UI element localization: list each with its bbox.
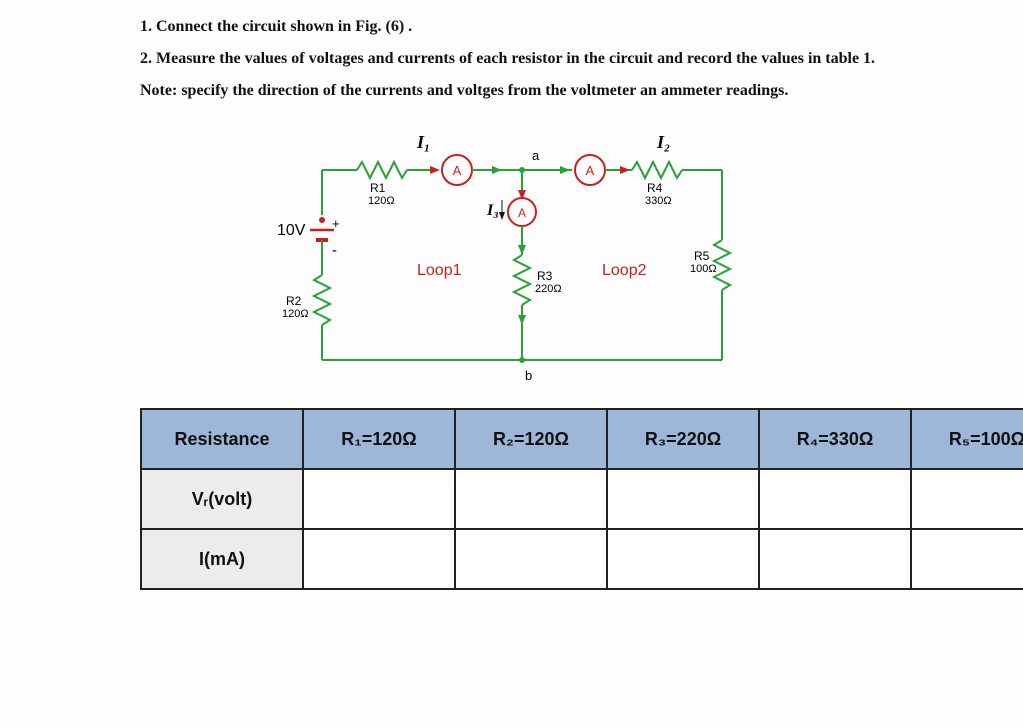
row-i-label: I(mA) [141, 529, 303, 589]
cell [911, 469, 1023, 529]
arrowhead [518, 245, 526, 255]
resistor-r4 [632, 162, 682, 178]
src-minus: - [332, 242, 337, 259]
row-vr-label: Vᵣ(volt) [141, 469, 303, 529]
table-row: Vᵣ(volt) [141, 469, 1023, 529]
arrowhead [518, 315, 526, 325]
resistor-r3 [514, 255, 530, 305]
page: 1. Connect the circuit shown in Fig. (6)… [0, 0, 1023, 590]
resistor-r2 [314, 275, 330, 325]
instr2-text: Measure the values of voltages and curre… [156, 50, 875, 67]
node-a-label: a [532, 148, 540, 163]
ammeter-label: A [585, 163, 594, 178]
instr1-num: 1. [140, 18, 156, 35]
cell [455, 469, 607, 529]
table-row: I(mA) [141, 529, 1023, 589]
table-header-row: Resistance R₁=120Ω R₂=120Ω R₃=220Ω R₄=33… [141, 409, 1023, 469]
label-r3-val: 220Ω [535, 283, 562, 295]
cell [303, 469, 455, 529]
label-r2-val: 120Ω [282, 308, 309, 320]
label-r5: R5 [694, 249, 710, 263]
circuit-diagram: A a A I₁ I₂ R1 1 [262, 110, 782, 400]
label-r2: R2 [286, 294, 302, 308]
label-i2: I₂ [656, 132, 670, 152]
cell [759, 469, 911, 529]
cell [607, 529, 759, 589]
cell [455, 529, 607, 589]
label-r4: R4 [647, 181, 663, 195]
label-r1: R1 [370, 181, 386, 195]
instr1-text: Connect the circuit shown in Fig. (6) . [156, 18, 412, 35]
label-i1: I₁ [416, 132, 430, 152]
i3-arrow-head [499, 212, 505, 220]
label-source: 10V [277, 222, 306, 239]
cell [911, 529, 1023, 589]
instruction-1: 1. Connect the circuit shown in Fig. (6)… [140, 18, 903, 36]
resistor-r1 [357, 162, 407, 178]
note-line: Note: specify the direction of the curre… [140, 82, 903, 100]
cell [303, 529, 455, 589]
cell [759, 529, 911, 589]
col-r2: R₂=120Ω [455, 409, 607, 469]
col-r1: R₁=120Ω [303, 409, 455, 469]
label-r1-val: 120Ω [368, 195, 395, 207]
label-r3: R3 [537, 269, 553, 283]
ammeter-label: A [517, 206, 525, 220]
circuit-svg: A a A I₁ I₂ R1 1 [262, 110, 782, 400]
label-loop1: Loop1 [417, 262, 462, 279]
cell [607, 469, 759, 529]
note-text: specify the direction of the currents an… [181, 82, 788, 99]
ammeter-label: A [452, 163, 461, 178]
label-i3: I₃ [486, 202, 499, 219]
arrow-i2 [620, 166, 630, 174]
col-r5: R₅=100Ω [911, 409, 1023, 469]
col-r3: R₃=220Ω [607, 409, 759, 469]
note-label: Note: [140, 82, 181, 99]
table-corner: Resistance [141, 409, 303, 469]
label-r5-val: 100Ω [690, 263, 717, 275]
src-dot [319, 217, 325, 223]
arrowhead [560, 166, 570, 174]
arrowhead [492, 166, 502, 174]
arrow-i1 [430, 166, 440, 174]
col-r4: R₄=330Ω [759, 409, 911, 469]
label-r4-val: 330Ω [645, 195, 672, 207]
node-b-label: b [525, 368, 532, 383]
label-loop2: Loop2 [602, 262, 647, 279]
measurements-table: Resistance R₁=120Ω R₂=120Ω R₃=220Ω R₄=33… [140, 408, 1023, 590]
instr2-num: 2. [140, 50, 156, 67]
instruction-2: 2. Measure the values of voltages and cu… [140, 50, 903, 68]
